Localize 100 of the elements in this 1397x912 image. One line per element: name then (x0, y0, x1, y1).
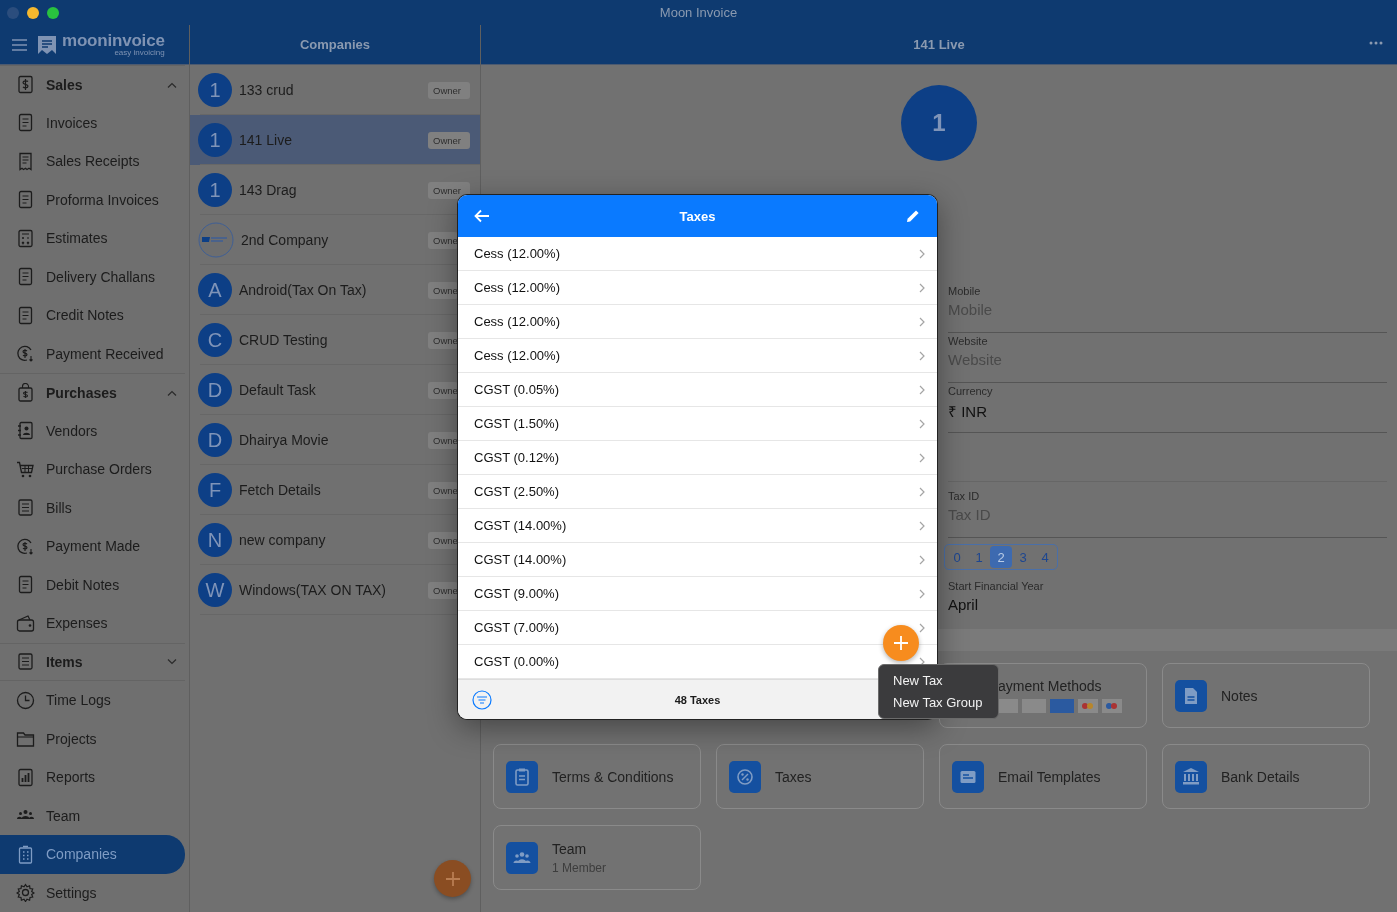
sidebar-item[interactable]: Invoices (0, 103, 185, 142)
company-row[interactable]: D Default Task Owne (190, 365, 458, 415)
company-row[interactable]: N new company Owne (190, 515, 458, 565)
company-avatar: 1 (198, 173, 232, 207)
company-row[interactable]: A Android(Tax On Tax) Owne (190, 265, 458, 315)
segment[interactable]: 1 (968, 546, 990, 568)
company-row[interactable]: 1 141 Live Owner (190, 115, 480, 165)
sidebar-item[interactable]: Payment Received (0, 334, 185, 373)
percent-icon (729, 760, 761, 793)
sidebar-item[interactable]: Debit Notes (0, 565, 185, 604)
sidebar-item[interactable]: Estimates (0, 219, 185, 258)
tax-row[interactable]: CGST (9.00%) (458, 577, 937, 611)
tax-row[interactable]: CGST (0.12%) (458, 441, 937, 475)
edit-button[interactable] (905, 208, 921, 224)
tax-row[interactable]: CGST (14.00%) (458, 509, 937, 543)
panel-title: 141 Live (913, 37, 965, 52)
tax-row[interactable]: Cess (12.00%) (458, 339, 937, 373)
shopping-bag-icon (16, 383, 35, 403)
field-label: Website (948, 335, 989, 347)
sidebar-item[interactable]: Vendors (0, 411, 185, 450)
sidebar-item[interactable]: Projects (0, 719, 185, 758)
role-badge: Owner (428, 131, 470, 149)
tax-row[interactable]: CGST (2.50%) (458, 475, 937, 509)
more-icon (1369, 41, 1383, 45)
menu-icon[interactable] (12, 38, 27, 51)
plus-icon (444, 870, 461, 887)
settings-card[interactable]: Terms & Conditions (493, 744, 701, 809)
document-icon (16, 575, 35, 595)
sidebar-item[interactable]: Expenses (0, 604, 185, 643)
sidebar-item[interactable]: Settings (0, 873, 185, 912)
dialog-title: Taxes (679, 208, 716, 224)
settings-card[interactable]: Email Templates (939, 744, 1147, 809)
company-row[interactable]: D Dhairya Movie Owne (190, 415, 458, 465)
back-button[interactable] (474, 209, 490, 223)
segment[interactable]: 3 (1012, 546, 1034, 568)
company-row[interactable]: C CRUD Testing Owne (190, 315, 458, 365)
company-avatar: 1 (198, 73, 232, 107)
cart-icon (16, 459, 35, 479)
sidebar-item[interactable]: Payment Made (0, 527, 185, 566)
chevron-icon (919, 520, 925, 531)
sidebar-item[interactable]: Purchase Orders (0, 450, 185, 489)
role-badge: Owne (428, 431, 458, 449)
chevron-icon (167, 81, 177, 88)
sidebar-item[interactable]: Team (0, 796, 185, 835)
segment[interactable]: 2 (990, 546, 1012, 568)
chevron-icon (167, 389, 177, 396)
input-field[interactable]: ₹ INR (948, 401, 1387, 421)
filter-icon[interactable] (472, 689, 492, 710)
card-title: ayment Methods (998, 677, 1103, 694)
sidebar-section[interactable]: Purchases (0, 373, 185, 412)
bar-chart-icon (16, 767, 35, 787)
sidebar-item[interactable]: Proforma Invoices (0, 180, 185, 219)
card-title: Team (552, 840, 588, 857)
receipt-icon (16, 151, 35, 171)
window-controls[interactable] (7, 6, 59, 19)
company-row[interactable]: 1 133 crud Owner (190, 65, 480, 115)
sidebar-section[interactable]: Sales (0, 65, 185, 104)
chevron-icon (919, 384, 925, 395)
sidebar-item[interactable]: Reports (0, 758, 185, 797)
company-avatar: D (198, 373, 232, 407)
company-avatar: 1 (198, 123, 232, 157)
coin-icon (16, 344, 35, 364)
company-avatar[interactable]: 1 (901, 85, 977, 161)
tax-row[interactable]: CGST (14.00%) (458, 543, 937, 577)
tax-row[interactable]: CGST (1.50%) (458, 407, 937, 441)
segment[interactable]: 0 (946, 546, 968, 568)
decimal-selector[interactable]: 0 1 2 3 4 (944, 544, 1058, 570)
card-title: Notes (1221, 687, 1258, 704)
role-badge: Owne (428, 231, 458, 249)
chevron-icon (919, 418, 925, 429)
company-avatar: C (198, 323, 232, 357)
company-row[interactable]: F Fetch Details Owne (190, 465, 458, 515)
sidebar-item[interactable]: Time Logs (0, 681, 185, 720)
company-row[interactable]: W Windows(TAX ON TAX) Owne (190, 565, 458, 615)
month-field[interactable]: April (948, 596, 1387, 613)
segment[interactable]: 4 (1034, 546, 1056, 568)
window-title: Moon Invoice (659, 5, 738, 20)
company-row[interactable]: 2nd Company Owne (190, 215, 458, 265)
field-label: Currency (948, 385, 994, 397)
settings-card[interactable]: Notes (1162, 663, 1370, 728)
settings-card[interactable]: Taxes (716, 744, 924, 809)
sidebar-item[interactable]: Bills (0, 488, 185, 527)
sidebar-item[interactable]: Sales Receipts (0, 142, 185, 181)
sidebar-item[interactable]: Companies (0, 835, 185, 874)
tax-row[interactable]: Cess (12.00%) (458, 271, 937, 305)
sidebar-item[interactable]: Credit Notes (0, 296, 185, 335)
sidebar-item[interactable]: Delivery Challans (0, 257, 185, 296)
role-badge: Owne (428, 281, 458, 299)
tax-row[interactable]: Cess (12.00%) (458, 237, 937, 271)
document-icon (16, 113, 35, 133)
add-button[interactable] (434, 860, 471, 897)
sidebar-section[interactable]: Items (0, 642, 185, 681)
tax-row[interactable]: Cess (12.00%) (458, 305, 937, 339)
chevron-icon (919, 248, 925, 259)
settings-card[interactable]: Bank Details (1162, 744, 1370, 809)
role-badge: Owner (428, 181, 470, 199)
card-title: Terms & Conditions (552, 768, 674, 785)
calculator-icon (16, 228, 35, 248)
tax-row[interactable]: CGST (0.05%) (458, 373, 937, 407)
card-title: Bank Details (1221, 768, 1300, 785)
